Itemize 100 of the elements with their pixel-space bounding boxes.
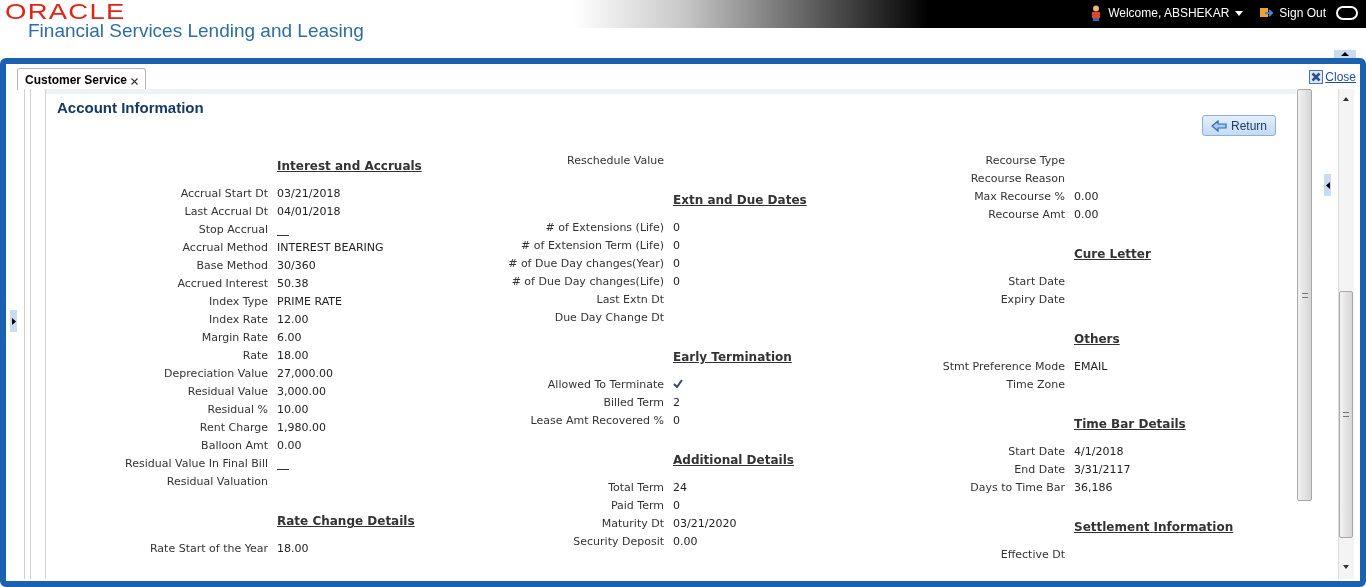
close-tab-icon[interactable]: [131, 77, 139, 85]
user-icon: [1090, 5, 1103, 21]
section-heading: Others: [1074, 332, 1120, 346]
field-value: 12.00: [277, 312, 309, 327]
close-icon[interactable]: [1309, 70, 1324, 84]
section-heading: Additional Details: [673, 453, 794, 467]
field-value: 24: [673, 480, 687, 495]
page-title: Account Information: [57, 98, 204, 118]
field-value: 18.00: [277, 348, 309, 363]
section-heading: Rate Change Details: [277, 514, 415, 528]
field-label: Index Rate: [208, 312, 268, 327]
field-value: 03/21/2020: [673, 516, 737, 531]
field-label: Residual Valuation: [165, 474, 268, 489]
field-value: 0: [673, 413, 680, 428]
field-label: Residual Value In Final Bill: [124, 456, 268, 471]
field-value: 0: [673, 220, 680, 235]
section-heading: Interest and Accruals: [277, 159, 422, 173]
field-label: Stmt Preference Mode: [941, 359, 1065, 374]
field-label: Stop Accrual: [197, 222, 268, 237]
field-value: 6.00: [277, 330, 302, 345]
field-label: Recourse Type: [984, 153, 1065, 168]
scrollbar-thumb[interactable]: [1339, 291, 1353, 538]
field-label: Paid Term: [609, 498, 664, 513]
field-label: Expiry Date: [999, 292, 1065, 307]
collapse-header-handle[interactable]: [1334, 50, 1356, 58]
field-label: Index Type: [207, 294, 268, 309]
field-label: Max Recourse %: [973, 189, 1065, 204]
sign-out-link[interactable]: Sign Out: [1279, 4, 1326, 22]
right-panel-handle[interactable]: [1324, 174, 1331, 196]
section-heading: Cure Letter: [1074, 247, 1151, 261]
field-value: 3/31/2117: [1074, 462, 1131, 477]
field-label: End Date: [1013, 462, 1065, 477]
return-button[interactable]: Return: [1202, 115, 1277, 136]
field-label: Days to Time Bar: [969, 480, 1065, 495]
field-label: Start Date: [1007, 274, 1065, 289]
section-heading: Time Bar Details: [1074, 417, 1186, 431]
field-label: Rent Charge: [198, 420, 268, 435]
field-value: 2: [673, 395, 680, 410]
back-arrow-icon: [1211, 119, 1227, 132]
field-label: # of Due Day changes(Life): [510, 274, 664, 289]
field-label: Accrued Interest: [176, 276, 268, 291]
field-label: Reschedule Value: [566, 153, 664, 168]
field-value: 0: [673, 238, 680, 253]
field-value: 50.38: [277, 276, 309, 291]
field-value: 1,980.00: [277, 420, 326, 435]
field-value: 0: [673, 274, 680, 289]
section-heading: Early Termination: [673, 350, 792, 364]
field-value: 4/1/2018: [1074, 444, 1124, 459]
left-panel-handle[interactable]: [10, 310, 17, 332]
caret-icon[interactable]: [1235, 10, 1244, 16]
field-value: 30/360: [277, 258, 316, 273]
field-label: Security Deposit: [572, 534, 664, 549]
close-link[interactable]: Close: [1325, 68, 1356, 86]
field-value: 36,186: [1074, 480, 1113, 495]
field-label: Due Day Change Dt: [553, 310, 664, 325]
field-value: 0.00: [1074, 189, 1099, 204]
field-value: PRIME RATE: [277, 294, 342, 309]
field-label: Base Method: [195, 258, 268, 273]
field-value: EMAIL: [1074, 359, 1108, 374]
field-value: 27,000.00: [277, 366, 333, 381]
field-label: Maturity Dt: [600, 516, 664, 531]
scroll-up-icon[interactable]: [1343, 97, 1349, 101]
field-value: 18.00: [277, 541, 309, 556]
field-label: Last Accrual Dt: [183, 204, 268, 219]
field-label: Rate: [241, 348, 268, 363]
field-label: Margin Rate: [200, 330, 268, 345]
scroll-down-icon[interactable]: [1343, 565, 1349, 569]
field-label: # of Extensions (Life): [544, 220, 664, 235]
section-heading: Settlement Information: [1074, 520, 1234, 534]
tab[interactable]: Customer Service: [17, 68, 147, 90]
field-label: Residual %: [206, 402, 268, 417]
field-value: 0: [673, 498, 680, 513]
welcome-menu[interactable]: Welcome, ABSHEKAR: [1108, 4, 1230, 22]
field-label: Effective Dt: [999, 547, 1065, 562]
field-label: Accrual Start Dt: [179, 186, 268, 201]
field-label: Start Date: [1007, 444, 1065, 459]
section-heading: Extn and Due Dates: [673, 193, 807, 207]
field-label: Recourse Reason: [969, 171, 1065, 186]
field-value: INTEREST BEARING: [277, 240, 384, 255]
field-value: 0: [673, 256, 680, 271]
field-label: Rate Start of the Year: [148, 541, 268, 556]
field-label: Residual Value: [186, 384, 268, 399]
field-label: Time Zone: [1005, 377, 1065, 392]
field-value: 3,000.00: [277, 384, 326, 399]
field-label: Balloon Amt: [200, 438, 268, 453]
field-label: Total Term: [607, 480, 664, 495]
field-label: # of Extension Term (Life): [520, 238, 664, 253]
scrollbar-thumb[interactable]: [1297, 89, 1312, 501]
field-label: Last Extn Dt: [595, 292, 664, 307]
field-label: Accrual Method: [181, 240, 268, 255]
field-label: # of Due Day changes(Year): [507, 256, 664, 271]
field-value: 04/01/2018: [277, 204, 341, 219]
field-value: 0.00: [1074, 207, 1099, 222]
field-value: 03/21/2018: [277, 186, 341, 201]
field-value: 0.00: [277, 438, 302, 453]
field-label: Depreciation Value: [163, 366, 268, 381]
sign-out-icon: [1259, 6, 1274, 20]
field-label: Lease Amt Recovered %: [529, 413, 664, 428]
field-value: 0.00: [673, 534, 698, 549]
field-label: Recourse Amt: [987, 207, 1065, 222]
